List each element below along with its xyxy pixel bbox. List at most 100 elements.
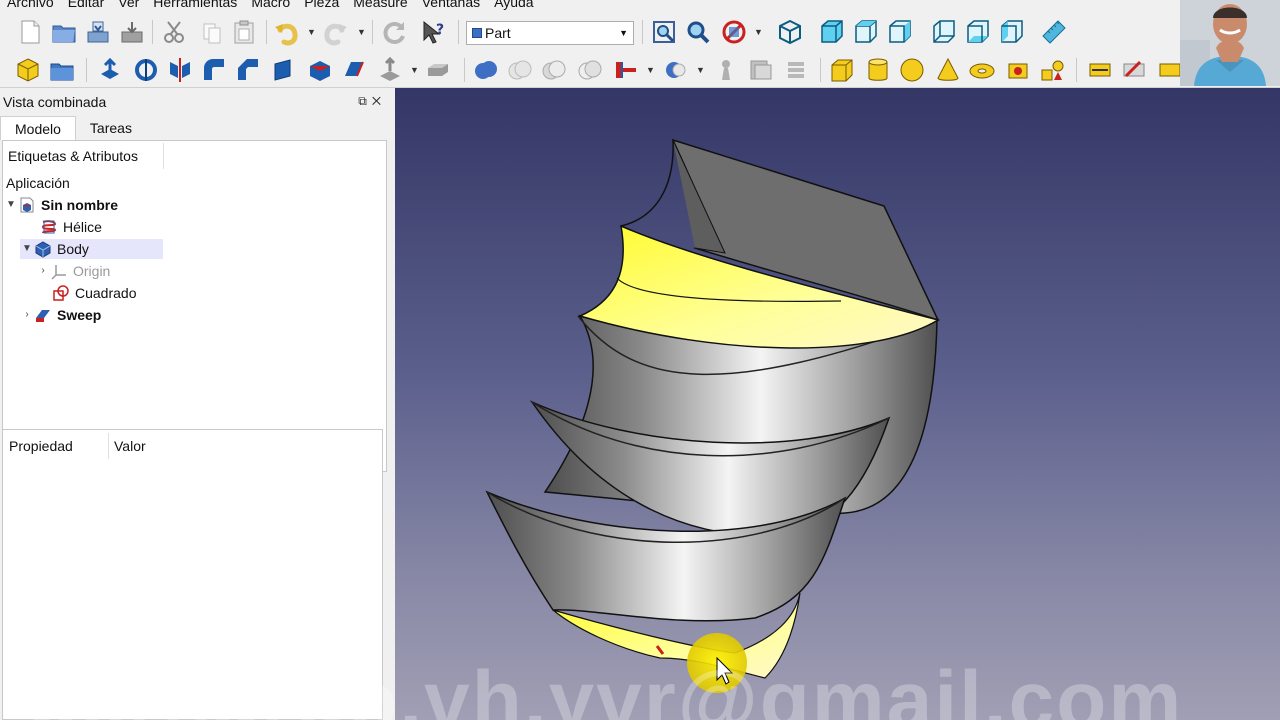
part-icon[interactable]	[14, 56, 42, 84]
fillet-icon[interactable]	[200, 56, 228, 84]
bottom-view-icon[interactable]	[964, 18, 992, 46]
fit-all-icon[interactable]	[650, 18, 678, 46]
section-icon[interactable]	[746, 56, 774, 84]
boolean-union-icon[interactable]	[472, 56, 500, 84]
menu-macro[interactable]: Macro	[244, 0, 297, 10]
value-column-header[interactable]: Valor	[114, 438, 146, 454]
tree-item-label: Origin	[73, 263, 111, 279]
right-view-icon[interactable]	[886, 18, 914, 46]
float-panel-icon[interactable]: ⧉	[358, 94, 372, 108]
undo-dropdown-icon[interactable]: ▼	[307, 27, 316, 37]
menu-bar: Archivo Editar Ver Herramientas Macro Pi…	[0, 0, 1180, 10]
tab-tareas[interactable]: Tareas	[76, 116, 146, 140]
expanded-arrow-icon[interactable]: ▼	[4, 195, 18, 215]
undo-icon[interactable]	[272, 18, 300, 46]
combo-view-panel: Vista combinada ⧉✕ Modelo Tareas Etiquet…	[0, 90, 392, 720]
sphere-primitive-icon[interactable]	[898, 56, 926, 84]
sweep-icon[interactable]	[376, 56, 404, 84]
helix-icon	[40, 218, 58, 236]
menu-measure[interactable]: Measure	[346, 0, 414, 10]
loft-icon[interactable]	[340, 56, 368, 84]
save-as-icon[interactable]	[118, 18, 146, 46]
boolean-cut-icon[interactable]	[540, 56, 568, 84]
tree-item-origin[interactable]: › Origin	[36, 261, 110, 281]
draw-style-dropdown-icon[interactable]: ▼	[754, 27, 763, 37]
join-features-icon[interactable]	[612, 56, 640, 84]
webcam-overlay	[1180, 0, 1280, 86]
tab-modelo[interactable]: Modelo	[0, 116, 76, 140]
offset-icon[interactable]	[424, 56, 452, 84]
tree-item-label: Hélice	[63, 219, 102, 235]
menu-ver[interactable]: Ver	[111, 0, 146, 10]
tree-item-label: Body	[57, 241, 89, 257]
collapsed-arrow-icon[interactable]: ›	[20, 305, 34, 325]
open-folder-icon[interactable]	[50, 18, 78, 46]
redo-icon[interactable]	[322, 18, 350, 46]
tree-item-helice[interactable]: Hélice	[40, 217, 102, 237]
cross-sections-icon[interactable]	[782, 56, 810, 84]
menu-archivo[interactable]: Archivo	[0, 0, 61, 10]
revolve-icon[interactable]	[132, 56, 160, 84]
boolean-fragments-icon[interactable]	[576, 56, 604, 84]
tube-primitive-icon[interactable]	[1004, 56, 1032, 84]
sweep-screw-model[interactable]	[395, 88, 1280, 720]
copy-icon[interactable]	[198, 18, 226, 46]
tree-header-labels[interactable]: Etiquetas & Atributos	[8, 148, 138, 164]
front-view-icon[interactable]	[818, 18, 846, 46]
measure-ruler-icon[interactable]	[1040, 18, 1068, 46]
check-geometry-icon[interactable]	[712, 56, 740, 84]
refresh-icon[interactable]	[380, 18, 408, 46]
extrude-icon[interactable]	[96, 56, 124, 84]
rear-view-icon[interactable]	[930, 18, 958, 46]
menu-herramientas[interactable]: Herramientas	[146, 0, 244, 10]
make-face-icon[interactable]	[270, 56, 298, 84]
paste-icon[interactable]	[230, 18, 258, 46]
fit-selection-icon[interactable]	[684, 18, 712, 46]
cone-primitive-icon[interactable]	[934, 56, 962, 84]
watermark-text: bernardo.vh.yvr@gmail.com	[28, 655, 1184, 720]
tree-item-document[interactable]: ▼ Sin nombre	[4, 195, 118, 215]
workbench-selector[interactable]: Part ▼	[466, 21, 634, 45]
tree-item-sweep[interactable]: › Sweep	[20, 305, 101, 325]
isometric-view-icon[interactable]	[776, 18, 804, 46]
part-workbench-icon	[472, 28, 482, 38]
menu-editar[interactable]: Editar	[61, 0, 112, 10]
whats-this-icon[interactable]: ?	[420, 18, 448, 46]
3d-viewport[interactable]	[395, 88, 1280, 720]
measure-linear-icon[interactable]	[1086, 56, 1114, 84]
split-dropdown-icon[interactable]: ▼	[696, 65, 705, 75]
chamfer-icon[interactable]	[234, 56, 262, 84]
top-view-icon[interactable]	[852, 18, 880, 46]
split-icon[interactable]	[662, 56, 690, 84]
left-view-icon[interactable]	[998, 18, 1026, 46]
cylinder-primitive-icon[interactable]	[864, 56, 892, 84]
model-tree: Etiquetas & Atributos Aplicación ▼ Sin n…	[2, 140, 387, 472]
tree-item-cuadrado[interactable]: Cuadrado	[52, 283, 137, 303]
workbench-selector-label: Part	[485, 25, 511, 41]
tree-item-label: Sin nombre	[41, 197, 119, 213]
boolean-common-icon[interactable]	[506, 56, 534, 84]
sweep-dropdown-icon[interactable]: ▼	[410, 65, 419, 75]
tree-item-body[interactable]: ▼ Body	[20, 239, 163, 259]
collapsed-arrow-icon[interactable]: ›	[36, 261, 50, 281]
menu-ayuda[interactable]: Ayuda	[487, 0, 540, 10]
join-dropdown-icon[interactable]: ▼	[646, 65, 655, 75]
primitives-icon[interactable]	[1038, 56, 1066, 84]
mirror-icon[interactable]	[166, 56, 194, 84]
box-primitive-icon[interactable]	[828, 56, 856, 84]
new-document-icon[interactable]	[16, 18, 44, 46]
combo-tabs: Modelo Tareas	[0, 116, 146, 140]
property-column-header[interactable]: Propiedad	[9, 438, 73, 454]
ruled-surface-icon[interactable]	[306, 56, 334, 84]
torus-primitive-icon[interactable]	[968, 56, 996, 84]
expanded-arrow-icon[interactable]: ▼	[20, 239, 34, 259]
redo-dropdown-icon[interactable]: ▼	[357, 27, 366, 37]
save-icon[interactable]	[84, 18, 112, 46]
close-panel-icon[interactable]: ✕	[372, 94, 386, 108]
menu-ventanas[interactable]: Ventanas	[415, 0, 487, 10]
draw-style-icon[interactable]	[720, 18, 748, 46]
menu-pieza[interactable]: Pieza	[297, 0, 346, 10]
group-folder-icon[interactable]	[48, 56, 76, 84]
measure-angular-icon[interactable]	[1120, 56, 1148, 84]
cut-icon[interactable]	[160, 18, 188, 46]
